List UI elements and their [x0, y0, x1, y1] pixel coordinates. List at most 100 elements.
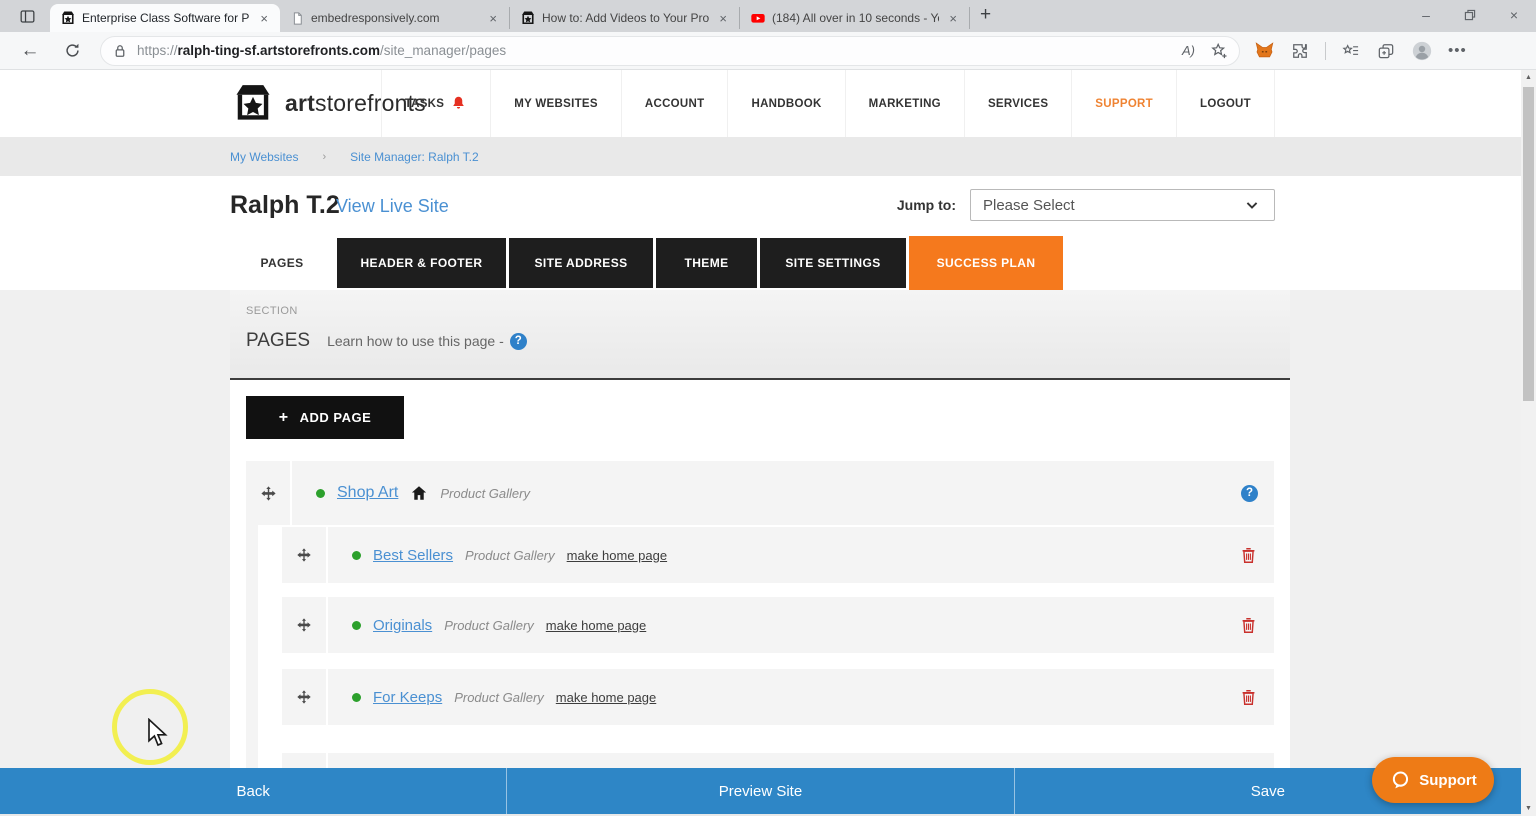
title-row: Ralph T.2 View Live Site Jump to: Please… [0, 176, 1521, 236]
page-type-label: Product Gallery [440, 485, 530, 501]
browser-tab-how-to-videos[interactable]: How to: Add Videos to Your Pro × [510, 7, 740, 29]
collections-icon[interactable] [1376, 41, 1396, 61]
tab-site-settings[interactable]: SITE SETTINGS [760, 238, 906, 288]
trash-icon[interactable] [1239, 545, 1258, 566]
vertical-tabs-icon[interactable] [12, 4, 42, 28]
make-home-page-link[interactable]: make home page [567, 548, 667, 563]
nav-label: HANDBOOK [751, 97, 822, 110]
drag-handle[interactable] [282, 597, 328, 653]
move-icon [296, 689, 312, 705]
scroll-up-icon[interactable]: ▲ [1521, 70, 1536, 85]
trash-icon[interactable] [1239, 615, 1258, 636]
screenshot-root: Enterprise Class Software for Pri × embe… [0, 0, 1536, 816]
help-icon[interactable]: ? [509, 332, 527, 350]
nav-label: MARKETING [868, 97, 941, 110]
page-link[interactable]: Originals [373, 617, 432, 634]
learn-how-text: Learn how to use this page - ? [327, 332, 527, 350]
tab-close-icon[interactable]: × [485, 11, 501, 26]
tab-title: (184) All over in 10 seconds - Yo [772, 11, 940, 25]
metamask-extension-icon[interactable] [1254, 40, 1275, 61]
support-chat-button[interactable]: Support [1372, 757, 1494, 803]
page-row-best-sellers: Best Sellers Product Gallery make home p… [282, 527, 1274, 583]
tab-pages[interactable]: PAGES [230, 236, 334, 290]
browser-tab-youtube[interactable]: (184) All over in 10 seconds - Yo × [740, 7, 970, 29]
tab-close-icon[interactable]: × [256, 11, 272, 26]
lock-icon [111, 42, 129, 60]
add-favorite-icon[interactable] [1209, 41, 1229, 61]
url-text[interactable]: https://ralph-ting-sf.artstorefronts.com… [137, 43, 1182, 58]
breadcrumb-site-manager[interactable]: Site Manager: Ralph T.2 [350, 150, 479, 164]
home-page-icon [410, 484, 428, 502]
page-row-shop-art: Shop Art Product Gallery ? [246, 461, 1274, 525]
browser-tab-artstorefronts[interactable]: Enterprise Class Software for Pri × [50, 4, 280, 32]
page-title: Ralph T.2 [230, 191, 340, 219]
window-controls: – × [1404, 0, 1536, 30]
make-home-page-link[interactable]: make home page [556, 690, 656, 705]
nav-label: LOGOUT [1200, 97, 1251, 110]
tab-header-footer[interactable]: HEADER & FOOTER [337, 238, 506, 288]
drag-handle[interactable] [282, 669, 328, 725]
tab-close-icon[interactable]: × [715, 11, 731, 26]
scroll-down-icon[interactable]: ▼ [1521, 801, 1536, 816]
pages-panel: SECTION PAGES Learn how to use this page… [230, 290, 1290, 816]
tab-close-icon[interactable]: × [945, 11, 961, 26]
refresh-icon[interactable] [58, 41, 86, 60]
panel-header: SECTION PAGES Learn how to use this page… [230, 290, 1290, 380]
profile-avatar[interactable] [1411, 40, 1433, 62]
tab-theme[interactable]: THEME [656, 238, 757, 288]
address-bar[interactable]: https://ralph-ting-sf.artstorefronts.com… [100, 35, 1240, 66]
help-icon[interactable]: ? [1241, 484, 1258, 502]
browser-menu-icon[interactable]: ••• [1448, 42, 1467, 59]
page-link[interactable]: Shop Art [337, 484, 398, 502]
scrollbar-thumb[interactable] [1523, 87, 1534, 401]
nav-label: SUPPORT [1095, 97, 1153, 110]
page-type-label: Product Gallery [444, 617, 534, 633]
tab-site-address[interactable]: SITE ADDRESS [509, 238, 653, 288]
page-link[interactable]: Best Sellers [373, 547, 453, 564]
drag-handle[interactable] [282, 527, 328, 583]
url-scheme: https:// [137, 43, 178, 58]
add-page-button[interactable]: + ADD PAGE [246, 396, 404, 439]
nav-item-my-websites[interactable]: MY WEBSITES [490, 70, 621, 137]
nav-item-marketing[interactable]: MARKETING [844, 70, 964, 137]
make-home-page-link[interactable]: make home page [546, 618, 646, 633]
back-button[interactable]: Back [0, 768, 508, 814]
preview-site-button[interactable]: Preview Site [507, 768, 1015, 814]
tab-title: embedresponsively.com [311, 11, 440, 25]
page-scrollbar[interactable]: ▲ ▼ [1521, 70, 1536, 816]
nav-label: TASKS [404, 97, 445, 110]
jump-to-select[interactable]: Please Select [970, 189, 1275, 221]
browser-tab-embedresponsively[interactable]: embedresponsively.com × [280, 7, 510, 29]
read-aloud-icon[interactable]: A) [1182, 43, 1195, 58]
nav-item-logout[interactable]: LOGOUT [1176, 70, 1275, 137]
toolbar-divider [1325, 41, 1326, 60]
nav-item-services[interactable]: SERVICES [963, 70, 1071, 137]
nav-item-support[interactable]: SUPPORT [1071, 70, 1176, 137]
notification-bell-icon [450, 95, 467, 112]
browser-titlebar: Enterprise Class Software for Pri × embe… [0, 0, 1536, 32]
back-navigation-icon[interactable]: ← [16, 40, 44, 62]
close-button[interactable]: × [1492, 0, 1536, 30]
nav-item-account[interactable]: ACCOUNT [620, 70, 728, 137]
nav-label: MY WEBSITES [514, 97, 598, 110]
breadcrumb-my-websites[interactable]: My Websites [230, 150, 298, 164]
trash-icon[interactable] [1239, 687, 1258, 708]
extensions-puzzle-icon[interactable] [1290, 41, 1310, 61]
browser-toolbar: ← https://ralph-ting-sf.artstorefronts.c… [0, 32, 1536, 70]
page-link[interactable]: For Keeps [373, 689, 442, 706]
url-path: /site_manager/pages [380, 43, 507, 58]
section-title: PAGES [246, 330, 311, 351]
tab-success-plan[interactable]: SUCCESS PLAN [909, 236, 1063, 290]
nav-item-handbook[interactable]: HANDBOOK [727, 70, 844, 137]
view-live-site-link[interactable]: View Live Site [336, 196, 449, 217]
new-tab-button[interactable]: + [970, 4, 1001, 26]
minimize-button[interactable]: – [1404, 0, 1448, 30]
page-type-label: Product Gallery [454, 689, 544, 705]
artstorefronts-favicon-icon [60, 10, 76, 26]
favorites-icon[interactable] [1341, 41, 1361, 61]
drag-handle[interactable] [246, 461, 292, 525]
support-label: Support [1419, 771, 1477, 789]
nav-item-tasks[interactable]: TASKS [380, 70, 491, 137]
move-icon [296, 547, 312, 563]
restore-button[interactable] [1448, 0, 1492, 30]
